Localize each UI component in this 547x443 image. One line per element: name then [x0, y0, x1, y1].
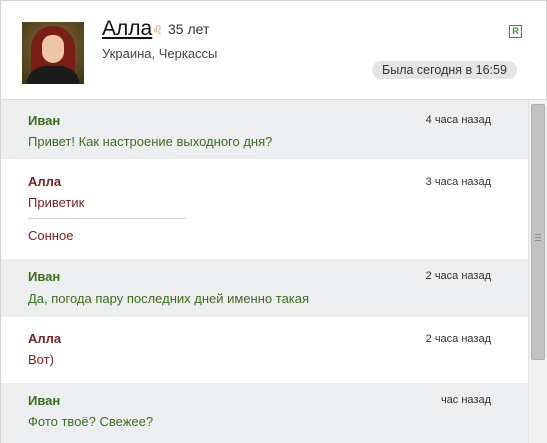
message-text: Да, погода пару последних дней именно та… — [28, 291, 310, 306]
last-seen-badge: Была сегодня в 16:59 — [372, 61, 517, 79]
scrollbar-thumb[interactable] — [531, 104, 545, 360]
profile-location: Украина, Черкассы — [102, 46, 218, 61]
message-text: Фото твоё? Свежее? — [28, 414, 154, 429]
message-text: Привет! Как настроение выходного дня? — [28, 134, 273, 149]
message-author[interactable]: Иван — [28, 113, 60, 128]
message-list[interactable]: Иван 4 часа назад Привет! Как настроение… — [1, 100, 528, 443]
message-time: 3 часа назад — [425, 176, 491, 188]
message-row: Иван 4 часа назад Привет! Как настроение… — [1, 100, 528, 159]
chat-window: Алла ♌ 35 лет Украина, Черкассы R Была с… — [0, 0, 547, 443]
zodiac-icon: ♌ — [152, 23, 163, 37]
message-author[interactable]: Иван — [28, 393, 60, 408]
grip-line — [535, 237, 541, 238]
message-scrollbar[interactable] — [528, 100, 547, 443]
avatar[interactable] — [22, 22, 84, 84]
grip-line — [535, 240, 541, 241]
profile-name-link[interactable]: Алла — [102, 17, 152, 41]
message-time: 2 часа назад — [425, 333, 491, 345]
message-author[interactable]: Алла — [28, 174, 61, 189]
grip-line — [535, 234, 541, 235]
avatar-face — [42, 35, 64, 63]
message-time: 4 часа назад — [425, 114, 491, 126]
r-badge-icon[interactable]: R — [509, 25, 522, 38]
message-text: Приветик — [28, 195, 85, 210]
message-divider — [28, 218, 186, 219]
message-row: Иван 2 часа назад Да, погода пару послед… — [1, 259, 528, 317]
message-time: 2 часа назад — [425, 270, 491, 282]
profile-header: Алла ♌ 35 лет Украина, Черкассы R Была с… — [1, 1, 546, 100]
profile-age: 35 лет — [168, 21, 210, 37]
message-row: Алла 2 часа назад Вот) — [1, 317, 528, 383]
message-text: Вот) — [28, 352, 54, 367]
message-row: Иван час назад Фото твоё? Свежее? — [1, 383, 528, 443]
message-text: Сонное — [28, 228, 74, 243]
message-row: Алла 3 часа назад Приветик Сонное — [1, 159, 528, 259]
message-time: час назад — [440, 394, 491, 406]
message-author[interactable]: Иван — [28, 269, 60, 284]
message-author[interactable]: Алла — [28, 331, 61, 346]
